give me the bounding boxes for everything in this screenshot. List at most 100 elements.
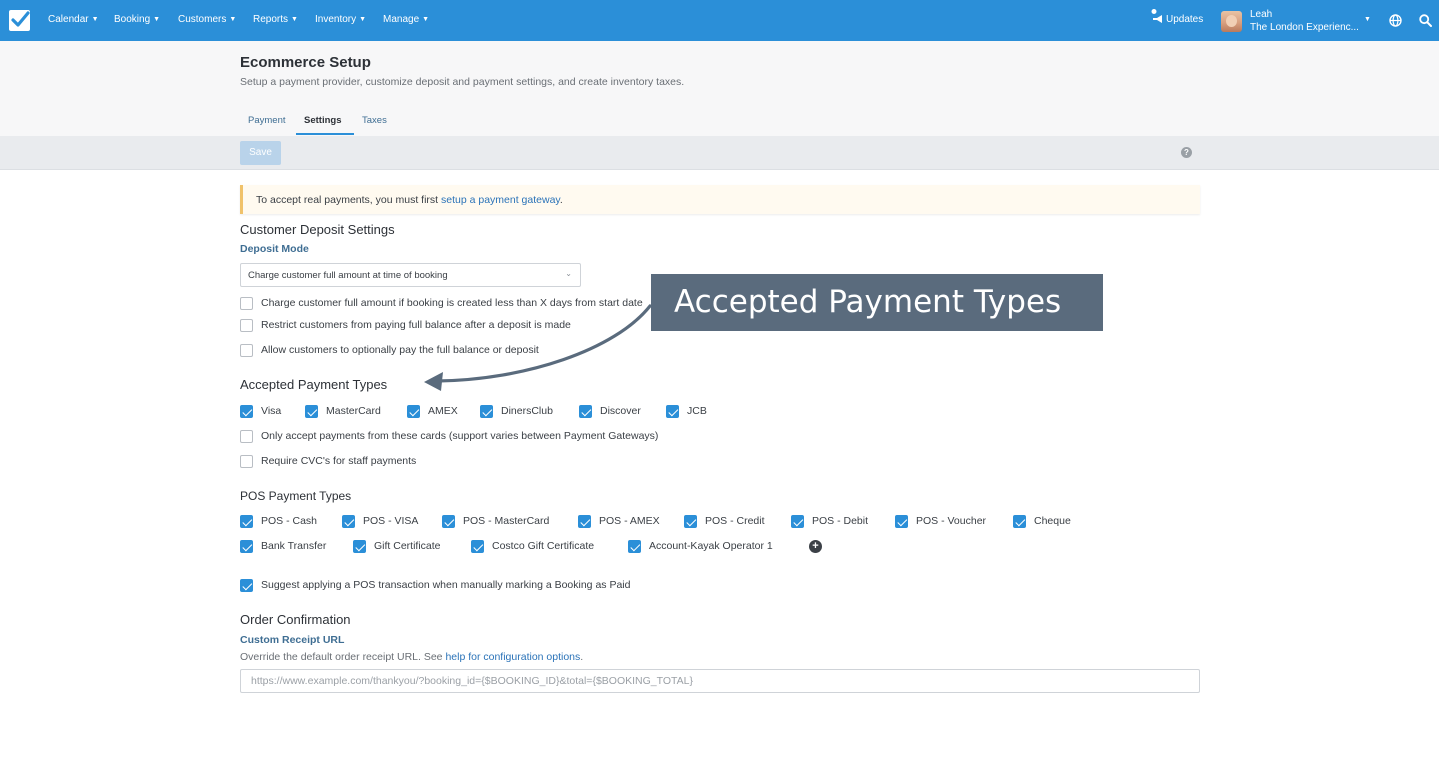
alert-text: To accept real payments, you must first … xyxy=(256,194,563,206)
deposit-option-checkbox-1[interactable] xyxy=(240,297,253,310)
deposit-option-checkbox-3[interactable] xyxy=(240,344,253,357)
card-amex-checkbox[interactable] xyxy=(407,405,420,418)
pos-mastercard-checkbox[interactable] xyxy=(442,515,455,528)
pos-costco-label: Costco Gift Certificate xyxy=(492,540,595,552)
caret-down-icon: ▼ xyxy=(229,16,237,23)
checkmark-logo-icon[interactable] xyxy=(9,10,30,31)
deposit-mode-label: Deposit Mode xyxy=(240,243,309,255)
megaphone-icon[interactable] xyxy=(1151,9,1165,25)
alert-suffix: . xyxy=(559,194,563,206)
card-jcb-label: JCB xyxy=(687,405,707,417)
updates-link[interactable]: Updates xyxy=(1166,14,1203,25)
receipt-url-input[interactable] xyxy=(240,669,1200,693)
caret-down-icon: ▼ xyxy=(91,16,99,23)
nav-reports-label: Reports xyxy=(253,14,289,25)
tab-payment[interactable]: Payment xyxy=(248,115,286,126)
pos-voucher-label: POS - Voucher xyxy=(916,515,987,527)
nav-inventory[interactable]: Inventory ▼ xyxy=(315,14,366,25)
nav-manage[interactable]: Manage ▼ xyxy=(383,14,429,25)
require-cvc-label: Require CVC's for staff payments xyxy=(261,455,417,467)
alert-message: To accept real payments, you must first xyxy=(256,194,441,206)
caret-down-icon: ▼ xyxy=(291,16,298,23)
deposit-mode-select[interactable]: Charge customer full amount at time of b… xyxy=(240,263,581,287)
caret-down-icon: ▼ xyxy=(359,16,367,23)
suggest-pos-label: Suggest applying a POS transaction when … xyxy=(261,579,631,591)
pos-cash-checkbox[interactable] xyxy=(240,515,253,528)
card-jcb-checkbox[interactable] xyxy=(666,405,679,418)
save-button[interactable]: Save xyxy=(240,141,281,165)
card-dinersclub-label: DinersClub xyxy=(501,405,553,417)
setup-gateway-link[interactable]: setup a payment gateway xyxy=(441,194,560,206)
user-menu-caret-icon[interactable]: ▼ xyxy=(1364,16,1371,23)
annotation-callout: Accepted Payment Types xyxy=(651,274,1103,331)
pos-bank-transfer-label: Bank Transfer xyxy=(261,540,327,552)
annotation-arrow-icon xyxy=(424,304,652,391)
pos-account-kayak-checkbox[interactable] xyxy=(628,540,641,553)
chevron-down-icon: ⌄ xyxy=(565,269,572,278)
card-amex-label: AMEX xyxy=(428,405,458,417)
nav-calendar[interactable]: Calendar ▼ xyxy=(48,14,99,25)
pos-credit-label: POS - Credit xyxy=(705,515,765,527)
nav-inventory-label: Inventory xyxy=(315,14,357,25)
pos-gift-certificate-label: Gift Certificate xyxy=(374,540,441,552)
card-dinersclub-checkbox[interactable] xyxy=(480,405,493,418)
only-accept-checkbox[interactable] xyxy=(240,430,253,443)
help-icon[interactable]: ? xyxy=(1181,147,1192,158)
pos-account-kayak-label: Account-Kayak Operator 1 xyxy=(649,540,773,552)
accepted-payment-title: Accepted Payment Types xyxy=(240,377,388,392)
gateway-alert: To accept real payments, you must first … xyxy=(240,185,1200,214)
receipt-help-suffix: . xyxy=(580,651,584,663)
card-visa-checkbox[interactable] xyxy=(240,405,253,418)
user-company[interactable]: The London Experienc... xyxy=(1250,22,1359,33)
suggest-pos-checkbox[interactable] xyxy=(240,579,253,592)
caret-down-icon: ▼ xyxy=(153,16,161,23)
nav-booking[interactable]: Booking ▼ xyxy=(114,14,160,25)
tab-settings[interactable]: Settings xyxy=(304,115,341,126)
nav-customers[interactable]: Customers ▼ xyxy=(178,14,236,25)
pos-voucher-checkbox[interactable] xyxy=(895,515,908,528)
page-title: Ecommerce Setup xyxy=(240,54,371,71)
user-name[interactable]: Leah xyxy=(1250,9,1272,20)
card-mastercard-checkbox[interactable] xyxy=(305,405,318,418)
pos-credit-checkbox[interactable] xyxy=(684,515,697,528)
help-config-link[interactable]: help for configuration options xyxy=(445,651,580,663)
toolbar xyxy=(0,136,1439,170)
page-header xyxy=(0,41,1439,136)
pos-debit-checkbox[interactable] xyxy=(791,515,804,528)
annotation-text: Accepted Payment Types xyxy=(674,284,1062,320)
active-tab-indicator xyxy=(296,133,354,135)
caret-down-icon: ▼ xyxy=(422,16,430,23)
nav-calendar-label: Calendar xyxy=(48,14,89,25)
add-payment-type-icon[interactable]: + xyxy=(809,540,822,553)
only-accept-label: Only accept payments from these cards (s… xyxy=(261,430,659,442)
deposit-section-title: Customer Deposit Settings xyxy=(240,222,395,237)
page-subtitle: Setup a payment provider, customize depo… xyxy=(240,76,685,88)
pos-section-title: POS Payment Types xyxy=(240,489,352,503)
card-discover-checkbox[interactable] xyxy=(579,405,592,418)
pos-amex-label: POS - AMEX xyxy=(599,515,660,527)
nav-reports[interactable]: Reports ▼ xyxy=(253,14,298,25)
pos-debit-label: POS - Debit xyxy=(812,515,869,527)
pos-cheque-checkbox[interactable] xyxy=(1013,515,1026,528)
require-cvc-checkbox[interactable] xyxy=(240,455,253,468)
card-visa-label: Visa xyxy=(261,405,282,417)
pos-mastercard-label: POS - MasterCard xyxy=(463,515,550,527)
pos-cheque-label: Cheque xyxy=(1034,515,1071,527)
card-discover-label: Discover xyxy=(600,405,641,417)
deposit-mode-value: Charge customer full amount at time of b… xyxy=(248,270,448,281)
globe-icon[interactable] xyxy=(1389,14,1402,27)
pos-costco-checkbox[interactable] xyxy=(471,540,484,553)
nav-customers-label: Customers xyxy=(178,14,227,25)
pos-gift-certificate-checkbox[interactable] xyxy=(353,540,366,553)
search-icon[interactable] xyxy=(1419,14,1432,27)
tab-taxes[interactable]: Taxes xyxy=(362,115,387,126)
deposit-option-checkbox-2[interactable] xyxy=(240,319,253,332)
custom-receipt-label: Custom Receipt URL xyxy=(240,634,345,646)
pos-visa-checkbox[interactable] xyxy=(342,515,355,528)
card-mastercard-label: MasterCard xyxy=(326,405,381,417)
pos-amex-checkbox[interactable] xyxy=(578,515,591,528)
avatar[interactable] xyxy=(1221,11,1242,32)
pos-bank-transfer-checkbox[interactable] xyxy=(240,540,253,553)
pos-visa-label: POS - VISA xyxy=(363,515,419,527)
nav-manage-label: Manage xyxy=(383,14,420,25)
